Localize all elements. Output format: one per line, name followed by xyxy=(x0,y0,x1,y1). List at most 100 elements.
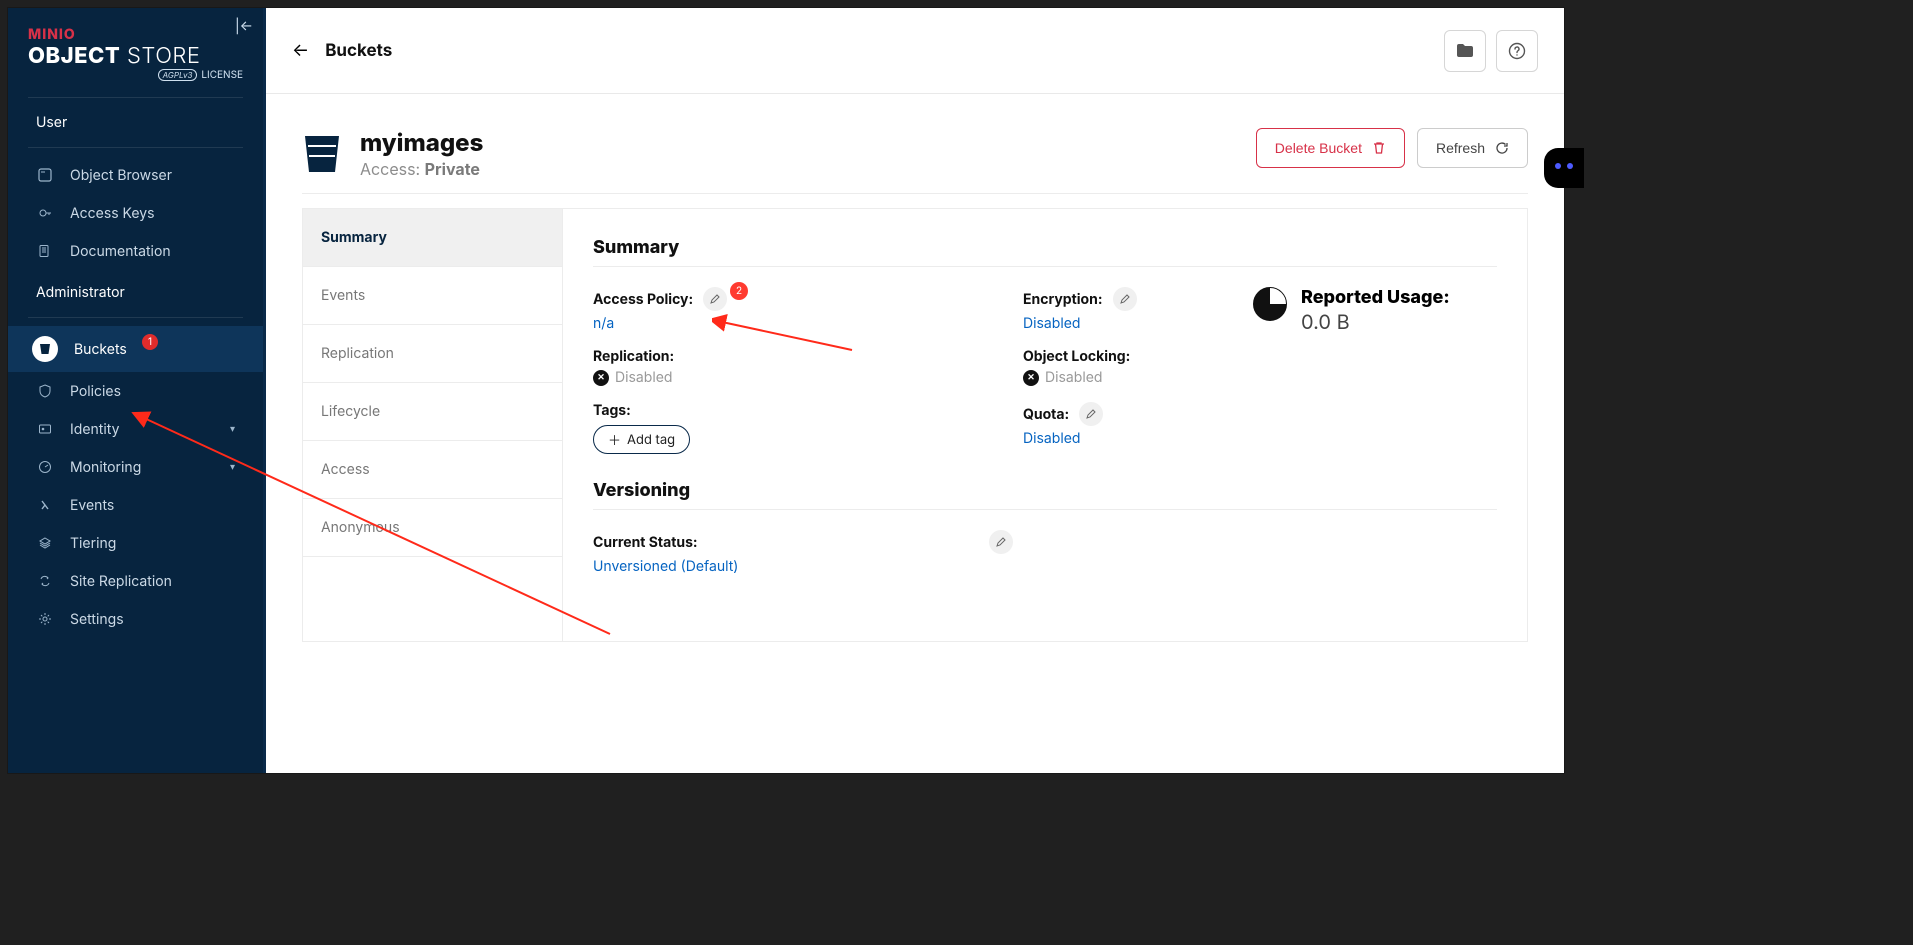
tab-lifecycle[interactable]: Lifecycle xyxy=(303,383,562,441)
main-content: ← Buckets myimages Access: xyxy=(266,8,1564,773)
quota-field: Quota: Disabled xyxy=(1023,402,1233,447)
trash-icon xyxy=(1372,141,1386,155)
summary-grid: Access Policy: n/a Replication: xyxy=(593,287,1497,470)
refresh-button[interactable]: Refresh xyxy=(1417,128,1528,168)
sidebar: |← MINIO OBJECT STORE AGPLv3 LICENSE Use… xyxy=(8,8,266,773)
header-actions xyxy=(1444,30,1538,72)
sidebar-item-events[interactable]: Events xyxy=(8,486,263,524)
admin-nav: Buckets 1 Policies Identity ▾ Monitoring… xyxy=(8,326,263,638)
sidebar-item-label: Object Browser xyxy=(70,167,172,184)
bucket-title-block: myimages Access: Private xyxy=(360,128,483,179)
refresh-label: Refresh xyxy=(1436,140,1485,156)
summary-panel: Summary Access Policy: xyxy=(563,209,1527,641)
tab-replication[interactable]: Replication xyxy=(303,325,562,383)
tiering-icon xyxy=(36,534,54,552)
versioning-status-label: Current Status: xyxy=(593,534,698,551)
sidebar-item-identity[interactable]: Identity ▾ xyxy=(8,410,263,448)
versioning-status-value[interactable]: Unversioned (Default) xyxy=(593,558,1013,575)
logo-license: AGPLv3 LICENSE xyxy=(28,69,243,81)
collapse-sidebar-icon[interactable]: |← xyxy=(235,18,253,35)
bucket-large-icon xyxy=(302,132,342,176)
edit-versioning-button[interactable] xyxy=(989,530,1013,554)
sidebar-item-site-replication[interactable]: Site Replication xyxy=(8,562,263,600)
back-arrow-icon[interactable]: ← xyxy=(292,40,309,61)
tags-field: Tags: ＋ Add tag xyxy=(593,402,1013,454)
pencil-icon xyxy=(1085,408,1097,420)
sidebar-item-label: Documentation xyxy=(70,243,171,260)
tab-access[interactable]: Access xyxy=(303,441,562,499)
sidebar-item-monitoring[interactable]: Monitoring ▾ xyxy=(8,448,263,486)
tabs: Summary Events Replication Lifecycle Acc… xyxy=(303,209,563,641)
identity-icon xyxy=(36,420,54,438)
logo-object: OBJECT xyxy=(28,43,120,69)
access-policy-label: Access Policy: xyxy=(593,291,693,308)
monitor-icon xyxy=(36,458,54,476)
usage-label: Reported Usage: xyxy=(1301,287,1450,308)
access-policy-value[interactable]: n/a xyxy=(593,315,1013,332)
bucket-actions: Delete Bucket Refresh xyxy=(1256,128,1528,168)
replication-label: Replication: xyxy=(593,348,674,365)
summary-heading: Summary xyxy=(593,237,1497,258)
sidebar-item-policies[interactable]: Policies xyxy=(8,372,263,410)
helper-widget[interactable] xyxy=(1544,148,1584,188)
sidebar-item-buckets[interactable]: Buckets 1 xyxy=(8,326,263,372)
sidebar-section-admin: Administrator xyxy=(8,276,263,309)
doc-icon xyxy=(36,242,54,260)
sidebar-item-label: Tiering xyxy=(70,535,116,552)
bucket-access-label: Access: xyxy=(360,159,420,179)
content-area: myimages Access: Private Delete Bucket R… xyxy=(266,94,1564,773)
browser-icon xyxy=(36,166,54,184)
bucket-header: myimages Access: Private Delete Bucket R… xyxy=(302,128,1528,179)
encryption-field: Encryption: Disabled xyxy=(1023,287,1233,332)
agpl-badge: AGPLv3 xyxy=(158,69,198,81)
logo-store: STORE xyxy=(127,43,200,69)
divider xyxy=(302,193,1528,194)
tab-summary[interactable]: Summary xyxy=(303,209,562,267)
refresh-icon xyxy=(1495,141,1509,155)
encryption-label: Encryption: xyxy=(1023,291,1103,308)
tab-anonymous[interactable]: Anonymous xyxy=(303,499,562,557)
sidebar-item-object-browser[interactable]: Object Browser xyxy=(8,156,263,194)
delete-bucket-button[interactable]: Delete Bucket xyxy=(1256,128,1405,168)
shield-icon xyxy=(36,382,54,400)
quota-value[interactable]: Disabled xyxy=(1023,430,1233,447)
divider xyxy=(28,97,243,98)
pencil-icon xyxy=(1119,293,1131,305)
sidebar-section-user: User xyxy=(8,106,263,139)
divider xyxy=(28,147,243,148)
sidebar-item-documentation[interactable]: Documentation xyxy=(8,232,263,270)
bucket-access: Access: Private xyxy=(360,159,483,179)
encryption-value[interactable]: Disabled xyxy=(1023,315,1233,332)
sidebar-item-access-keys[interactable]: Access Keys xyxy=(8,194,263,232)
add-tag-button[interactable]: ＋ Add tag xyxy=(593,425,690,454)
sidebar-item-settings[interactable]: Settings xyxy=(8,600,263,638)
usage-card: Reported Usage: 0.0 B xyxy=(1253,287,1497,334)
help-button[interactable] xyxy=(1496,30,1538,72)
mid-col: Encryption: Disabled Object Locking: xyxy=(1023,287,1233,463)
pie-icon xyxy=(1253,287,1287,321)
sidebar-item-label: Site Replication xyxy=(70,573,172,590)
chevron-down-icon: ▾ xyxy=(230,423,235,435)
divider xyxy=(593,266,1497,267)
sidebar-item-label: Monitoring xyxy=(70,459,141,476)
detail-area: Summary Events Replication Lifecycle Acc… xyxy=(302,208,1528,642)
sidebar-item-label: Policies xyxy=(70,383,121,400)
pencil-icon xyxy=(709,293,721,305)
sidebar-item-label: Events xyxy=(70,497,114,514)
helper-eyes-icon xyxy=(1555,163,1573,173)
pencil-icon xyxy=(995,536,1007,548)
key-icon xyxy=(36,204,54,222)
bucket-access-value: Private xyxy=(425,159,480,179)
edit-quota-button[interactable] xyxy=(1079,402,1103,426)
replication-value-text: Disabled xyxy=(615,369,672,386)
chevron-down-icon: ▾ xyxy=(230,461,235,473)
page-header: ← Buckets xyxy=(266,8,1564,94)
replication-icon xyxy=(36,572,54,590)
quota-label: Quota: xyxy=(1023,406,1069,423)
sidebar-item-label: Identity xyxy=(70,421,119,438)
tab-events[interactable]: Events xyxy=(303,267,562,325)
edit-access-policy-button[interactable] xyxy=(703,287,727,311)
edit-encryption-button[interactable] xyxy=(1113,287,1137,311)
sidebar-item-tiering[interactable]: Tiering xyxy=(8,524,263,562)
folder-button[interactable] xyxy=(1444,30,1486,72)
